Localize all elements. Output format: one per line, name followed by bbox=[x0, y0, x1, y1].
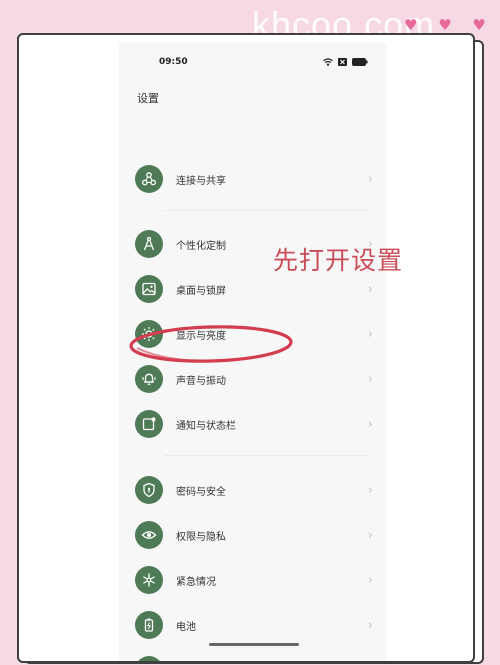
chevron-right-icon: › bbox=[368, 663, 373, 664]
settings-item-label: 通知与状态栏 bbox=[176, 420, 236, 432]
share-nodes-icon bbox=[135, 165, 163, 193]
divider bbox=[164, 210, 370, 211]
chevron-right-icon: › bbox=[367, 617, 373, 633]
settings-item-label: 电池 bbox=[176, 621, 196, 633]
status-icons bbox=[323, 58, 368, 66]
watermark-hearts: ♥ ♥ ♥ bbox=[404, 16, 494, 34]
page-title: 设置 bbox=[137, 92, 159, 105]
settings-item-label: 应用 bbox=[176, 663, 368, 664]
status-time: 09:50 bbox=[159, 57, 188, 67]
settings-item-emergency[interactable]: 紧急情况 › bbox=[135, 563, 373, 597]
card-frame: 09:50 设置 连接与共享 › 个性化定制 › 桌面与锁屏 › 显示与亮度 ›… bbox=[17, 33, 475, 663]
wifi-icon bbox=[323, 58, 333, 66]
chevron-right-icon: › bbox=[367, 416, 373, 432]
divider bbox=[164, 455, 370, 456]
settings-item-label: 桌面与锁屏 bbox=[176, 285, 226, 297]
grid-icon bbox=[135, 656, 163, 661]
home-indicator[interactable] bbox=[209, 643, 299, 646]
chevron-right-icon: › bbox=[367, 326, 373, 342]
settings-item-desktop-lockscreen[interactable]: 桌面与锁屏 › bbox=[135, 272, 373, 306]
settings-item-battery[interactable]: 电池 › bbox=[135, 608, 373, 642]
screenshot-page: khcoo.com ♥ ♥ ♥ 09:50 设置 连接与共享 › 个性化定制 ›… bbox=[0, 0, 500, 665]
battery-icon bbox=[135, 611, 163, 639]
annotation-text: 先打开设置 bbox=[273, 246, 404, 275]
settings-item-apps[interactable]: 应用 › bbox=[135, 653, 373, 664]
settings-item-sound-vibration[interactable]: 声音与振动 › bbox=[135, 362, 373, 396]
eye-icon bbox=[135, 521, 163, 549]
settings-item-notification-statusbar[interactable]: 通知与状态栏 › bbox=[135, 407, 373, 441]
chevron-right-icon: › bbox=[367, 171, 373, 187]
compass-icon bbox=[135, 230, 163, 258]
chevron-right-icon: › bbox=[367, 371, 373, 387]
battery-status-icon bbox=[352, 58, 368, 66]
status-bar: 09:50 bbox=[119, 57, 386, 73]
notification-icon bbox=[135, 410, 163, 438]
image-icon bbox=[135, 275, 163, 303]
shield-icon bbox=[135, 476, 163, 504]
chevron-right-icon: › bbox=[367, 527, 373, 543]
settings-item-label: 紧急情况 bbox=[176, 576, 216, 588]
bell-icon bbox=[135, 365, 163, 393]
settings-item-label: 声音与振动 bbox=[176, 375, 226, 387]
snowflake-icon bbox=[135, 566, 163, 594]
annotation-circle bbox=[129, 325, 293, 363]
settings-item-permission-privacy[interactable]: 权限与隐私 › bbox=[135, 518, 373, 552]
chevron-right-icon: › bbox=[367, 572, 373, 588]
chevron-right-icon: › bbox=[367, 482, 373, 498]
settings-item-password-security[interactable]: 密码与安全 › bbox=[135, 473, 373, 507]
settings-item-label: 连接与共享 bbox=[176, 175, 226, 187]
settings-item-label: 权限与隐私 bbox=[176, 531, 226, 543]
settings-item-connection-sharing[interactable]: 连接与共享 › bbox=[135, 162, 373, 196]
chevron-right-icon: › bbox=[367, 281, 373, 297]
sim-icon bbox=[338, 58, 347, 66]
settings-item-label: 密码与安全 bbox=[176, 486, 226, 498]
